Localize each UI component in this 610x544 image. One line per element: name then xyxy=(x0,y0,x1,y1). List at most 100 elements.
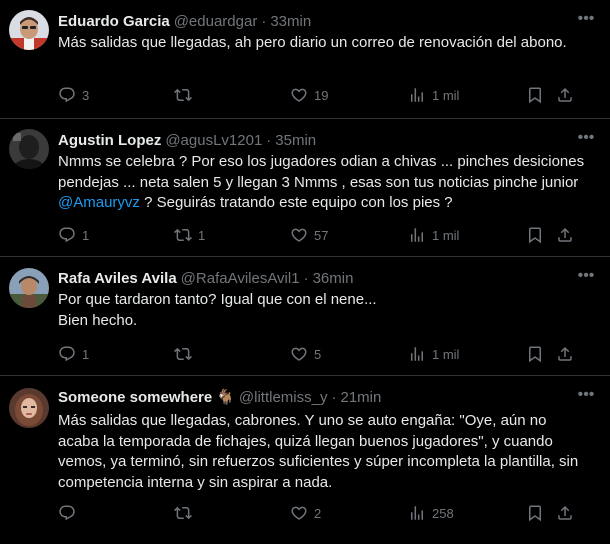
views-button[interactable]: 1 mil xyxy=(408,85,459,105)
heart-icon xyxy=(290,86,308,104)
author-handle[interactable]: @agusLv1201 xyxy=(165,132,262,149)
views-chart-icon xyxy=(408,86,426,104)
avatar[interactable] xyxy=(9,388,49,428)
share-button[interactable] xyxy=(556,344,574,364)
retweet-button[interactable]: 1 xyxy=(174,225,205,245)
bookmark-button[interactable] xyxy=(526,503,544,523)
timestamp[interactable]: 35min xyxy=(275,132,316,149)
reply-count: 1 xyxy=(82,227,90,243)
avatar-image xyxy=(9,10,49,50)
reply-count: 3 xyxy=(82,87,90,103)
reply-button[interactable]: 1 xyxy=(58,225,89,245)
mention-link[interactable]: @Amauryvz xyxy=(58,194,140,211)
reply-count: 1 xyxy=(82,346,90,362)
avatar-image xyxy=(9,268,49,308)
author-handle[interactable]: @littlemiss_y xyxy=(239,389,328,406)
views-chart-icon xyxy=(408,504,426,522)
tweet-actions: 1 5 1 mil xyxy=(58,344,600,364)
tweet-actions: 1 1 57 1 mil xyxy=(58,225,600,245)
reply-button[interactable]: 3 xyxy=(58,85,89,105)
author-handle[interactable]: @eduardgar xyxy=(174,13,258,30)
tweet-text-part: ? Seguirás tratando este equipo con los … xyxy=(139,194,453,211)
bookmark-icon xyxy=(526,345,544,363)
views-count: 258 xyxy=(432,505,454,521)
more-horizontal-icon[interactable]: ••• xyxy=(576,11,596,32)
more-horizontal-icon[interactable]: ••• xyxy=(576,387,596,408)
like-button[interactable]: 2 xyxy=(290,503,321,523)
retweet-icon xyxy=(174,504,192,522)
tweet[interactable]: Eduardo Garcia @eduardgar · 33min ••• Má… xyxy=(0,0,610,119)
separator-dot: · xyxy=(261,12,267,30)
tweet-header: Someone somewhere 🐐 @littlemiss_y · 21mi… xyxy=(58,387,570,407)
avatar[interactable] xyxy=(9,268,49,308)
reply-button[interactable]: 1 xyxy=(58,344,89,364)
bookmark-icon xyxy=(526,504,544,522)
author-handle[interactable]: @RafaAvilesAvil1 xyxy=(181,270,300,287)
views-button[interactable]: 1 mil xyxy=(408,344,459,364)
reply-icon xyxy=(58,86,76,104)
like-button[interactable]: 19 xyxy=(290,85,328,105)
like-count: 19 xyxy=(314,87,329,103)
more-horizontal-icon[interactable]: ••• xyxy=(576,130,596,151)
tweet[interactable]: Someone somewhere 🐐 @littlemiss_y · 21mi… xyxy=(0,376,610,544)
bookmark-icon xyxy=(526,226,544,244)
views-count: 1 mil xyxy=(432,346,460,362)
timestamp[interactable]: 36min xyxy=(313,270,354,287)
heart-icon xyxy=(290,226,308,244)
like-button[interactable]: 5 xyxy=(290,344,321,364)
author-name[interactable]: Someone somewhere xyxy=(58,389,212,406)
avatar[interactable] xyxy=(9,10,49,50)
reply-icon xyxy=(58,226,76,244)
reply-icon xyxy=(58,504,76,522)
retweet-button[interactable] xyxy=(174,344,198,364)
separator-dot: · xyxy=(331,388,337,406)
tweet-text: Nmms se celebra ? Por eso los jugadores … xyxy=(58,152,586,214)
tweet-text: Por que tardaron tanto? Igual que con el… xyxy=(58,290,586,331)
tweet-text-line: Bien hecho. xyxy=(58,311,138,329)
avatar[interactable] xyxy=(9,129,49,169)
views-button[interactable]: 258 xyxy=(408,503,454,523)
more-horizontal-icon[interactable]: ••• xyxy=(576,268,596,289)
bookmark-button[interactable] xyxy=(526,344,544,364)
share-icon xyxy=(556,504,574,522)
views-button[interactable]: 1 mil xyxy=(408,225,459,245)
views-count: 1 mil xyxy=(432,227,460,243)
share-icon xyxy=(556,345,574,363)
tweet[interactable]: Rafa Aviles Avila @RafaAvilesAvil1 · 36m… xyxy=(0,257,610,376)
share-icon xyxy=(556,86,574,104)
like-button[interactable]: 57 xyxy=(290,225,328,245)
views-count: 1 mil xyxy=(432,87,460,103)
author-name[interactable]: Eduardo Garcia xyxy=(58,13,170,30)
tweet-header: Eduardo Garcia @eduardgar · 33min xyxy=(58,11,570,31)
tweet-text: Más salidas que llegadas, ah pero diario… xyxy=(58,34,567,51)
separator-dot: · xyxy=(303,269,309,287)
tweet-actions: 2 258 xyxy=(58,503,600,523)
share-button[interactable] xyxy=(556,503,574,523)
retweet-button[interactable] xyxy=(174,85,198,105)
timestamp[interactable]: 21min xyxy=(340,389,381,406)
author-name[interactable]: Agustin Lopez xyxy=(58,132,161,149)
share-button[interactable] xyxy=(556,85,574,105)
reply-icon xyxy=(58,345,76,363)
share-button[interactable] xyxy=(556,225,574,245)
author-name[interactable]: Rafa Aviles Avila xyxy=(58,270,177,287)
avatar-image xyxy=(9,388,49,428)
tweet[interactable]: Agustin Lopez @agusLv1201 · 35min ••• Nm… xyxy=(0,119,610,257)
retweet-icon xyxy=(174,226,192,244)
tweet-text: Más salidas que llegadas, cabrones. Y un… xyxy=(58,412,579,491)
like-count: 57 xyxy=(314,227,329,243)
bookmark-button[interactable] xyxy=(526,85,544,105)
separator-dot: · xyxy=(266,131,272,149)
bookmark-icon xyxy=(526,86,544,104)
tweet-text-line: Por que tardaron tanto? Igual que con el… xyxy=(58,291,377,308)
tweet-text-part: Nmms se celebra ? Por eso los jugadores … xyxy=(58,153,585,191)
reply-button[interactable] xyxy=(58,503,82,523)
tweet-header: Agustin Lopez @agusLv1201 · 35min xyxy=(58,130,570,150)
timestamp[interactable]: 33min xyxy=(270,13,311,30)
retweet-button[interactable] xyxy=(174,503,198,523)
share-icon xyxy=(556,226,574,244)
retweet-icon xyxy=(174,86,192,104)
avatar-image xyxy=(9,129,49,169)
bookmark-button[interactable] xyxy=(526,225,544,245)
views-chart-icon xyxy=(408,345,426,363)
